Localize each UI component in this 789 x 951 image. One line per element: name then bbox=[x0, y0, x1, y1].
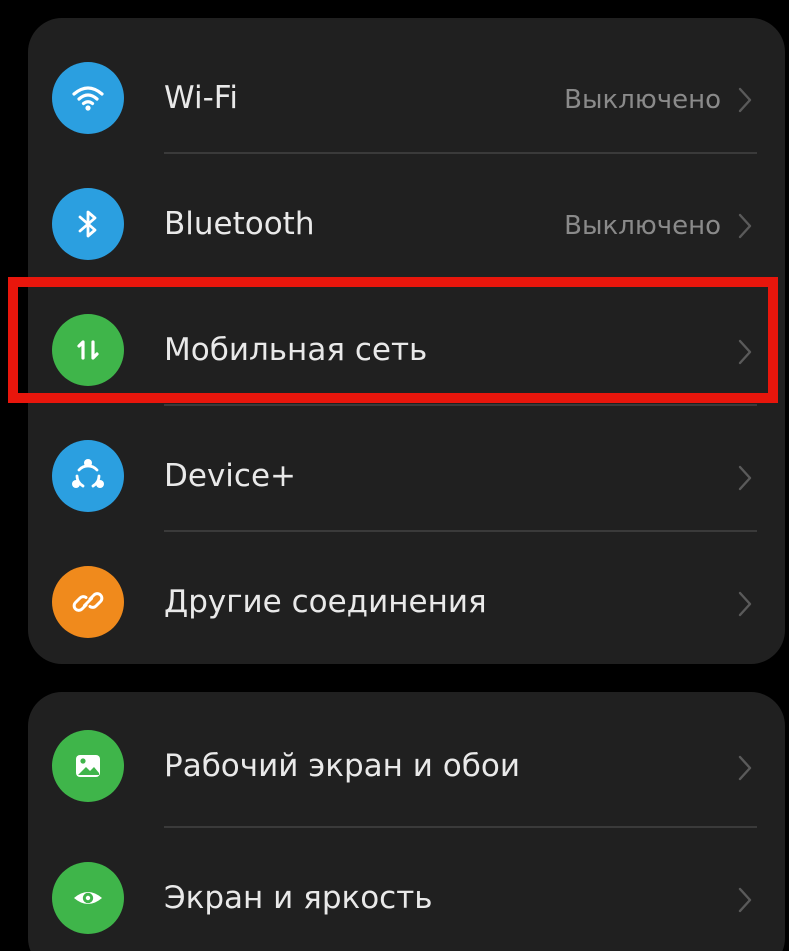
chevron-right-icon bbox=[738, 87, 752, 113]
chevron-right-icon bbox=[738, 213, 752, 239]
device-plus-icon bbox=[52, 440, 124, 512]
eye-icon bbox=[52, 862, 124, 934]
settings-item-other-connections[interactable]: Другие соединения bbox=[28, 532, 785, 658]
settings-item-device-plus[interactable]: Device+ bbox=[28, 406, 785, 532]
settings-screen: Wi-Fi Выключено Bluetooth Выключено Моби… bbox=[0, 0, 789, 951]
home-screen-wallpaper-label: Рабочий экран и обои bbox=[164, 748, 520, 784]
wifi-label: Wi-Fi bbox=[164, 80, 238, 116]
mobile-data-icon bbox=[52, 314, 124, 386]
wifi-icon bbox=[52, 62, 124, 134]
other-connections-label: Другие соединения bbox=[164, 584, 487, 620]
chevron-right-icon bbox=[738, 887, 752, 913]
settings-item-wifi[interactable]: Wi-Fi Выключено bbox=[28, 28, 785, 154]
wallpaper-icon bbox=[52, 730, 124, 802]
bluetooth-icon bbox=[52, 188, 124, 260]
chevron-right-icon bbox=[738, 755, 752, 781]
display-group: Рабочий экран и обои Экран и яркость bbox=[28, 692, 785, 951]
bluetooth-status: Выключено bbox=[564, 211, 721, 241]
mobile-network-label: Мобильная сеть bbox=[164, 332, 428, 368]
settings-item-bluetooth[interactable]: Bluetooth Выключено bbox=[28, 154, 785, 280]
chevron-right-icon bbox=[738, 465, 752, 491]
device-plus-label: Device+ bbox=[164, 458, 296, 494]
chevron-right-icon bbox=[738, 339, 752, 365]
display-brightness-label: Экран и яркость bbox=[164, 880, 433, 916]
connectivity-group: Wi-Fi Выключено Bluetooth Выключено Моби… bbox=[28, 18, 785, 664]
link-icon bbox=[52, 566, 124, 638]
bluetooth-label: Bluetooth bbox=[164, 206, 315, 242]
settings-item-display-brightness[interactable]: Экран и яркость bbox=[28, 828, 785, 951]
settings-item-home-screen-wallpaper[interactable]: Рабочий экран и обои bbox=[28, 696, 785, 822]
wifi-status: Выключено bbox=[564, 85, 721, 115]
chevron-right-icon bbox=[738, 591, 752, 617]
settings-item-mobile-network[interactable]: Мобильная сеть bbox=[28, 280, 785, 406]
